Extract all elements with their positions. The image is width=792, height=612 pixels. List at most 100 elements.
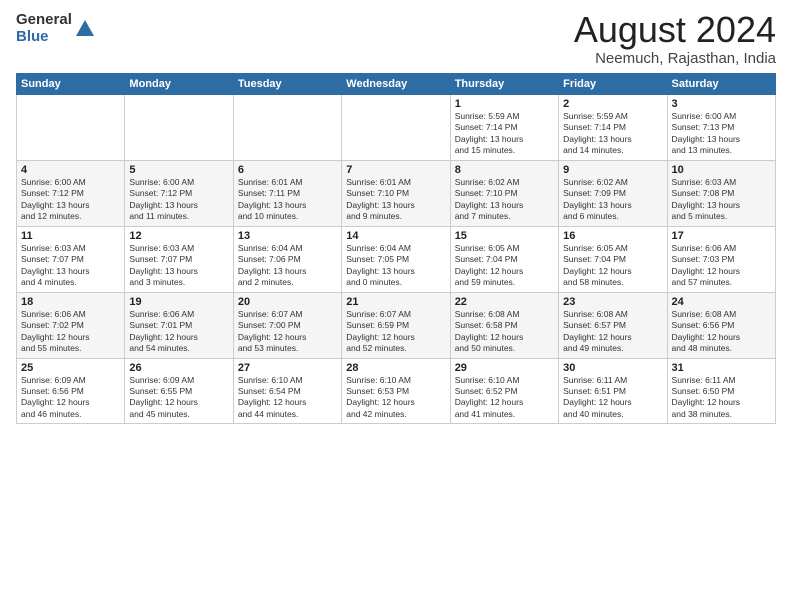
day-info: Sunrise: 6:02 AMSunset: 7:10 PMDaylight:… <box>455 177 554 223</box>
day-number: 22 <box>455 296 554 308</box>
day-info: Sunrise: 6:06 AMSunset: 7:01 PMDaylight:… <box>129 309 228 355</box>
day-info: Sunrise: 6:05 AMSunset: 7:04 PMDaylight:… <box>455 243 554 289</box>
table-row <box>342 95 450 161</box>
day-number: 8 <box>455 164 554 176</box>
day-number: 21 <box>346 296 445 308</box>
day-number: 15 <box>455 230 554 242</box>
day-number: 13 <box>238 230 337 242</box>
day-info: Sunrise: 6:00 AMSunset: 7:13 PMDaylight:… <box>672 111 771 157</box>
table-row: 31Sunrise: 6:11 AMSunset: 6:50 PMDayligh… <box>667 358 775 424</box>
day-info: Sunrise: 5:59 AMSunset: 7:14 PMDaylight:… <box>455 111 554 157</box>
day-number: 3 <box>672 98 771 110</box>
logo-blue: Blue <box>16 29 72 46</box>
calendar-header-row: Sunday Monday Tuesday Wednesday Thursday… <box>17 74 776 95</box>
day-number: 26 <box>129 362 228 374</box>
day-number: 9 <box>563 164 662 176</box>
table-row: 23Sunrise: 6:08 AMSunset: 6:57 PMDayligh… <box>559 292 667 358</box>
table-row: 26Sunrise: 6:09 AMSunset: 6:55 PMDayligh… <box>125 358 233 424</box>
table-row: 1Sunrise: 5:59 AMSunset: 7:14 PMDaylight… <box>450 95 558 161</box>
day-number: 7 <box>346 164 445 176</box>
calendar-week-row: 4Sunrise: 6:00 AMSunset: 7:12 PMDaylight… <box>17 160 776 226</box>
calendar-week-row: 11 Sunrise: 6:03 AMSunset: 7:07 PMDayligh… <box>17 226 776 292</box>
day-number: 27 <box>238 362 337 374</box>
day-number: 14 <box>346 230 445 242</box>
day-number: 19 <box>129 296 228 308</box>
table-row: 6Sunrise: 6:01 AMSunset: 7:11 PMDaylight… <box>233 160 341 226</box>
table-row: 21Sunrise: 6:07 AMSunset: 6:59 PMDayligh… <box>342 292 450 358</box>
table-row: 12Sunrise: 6:03 AMSunset: 7:07 PMDayligh… <box>125 226 233 292</box>
page-container: General Blue August 2024 Neemuch, Rajast… <box>0 0 792 432</box>
day-number: 10 <box>672 164 771 176</box>
calendar-week-row: 25Sunrise: 6:09 AMSunset: 6:56 PMDayligh… <box>17 358 776 424</box>
col-saturday: Saturday <box>667 74 775 95</box>
logo-icon <box>74 18 96 40</box>
col-wednesday: Wednesday <box>342 74 450 95</box>
day-number: 4 <box>21 164 120 176</box>
table-row: 7Sunrise: 6:01 AMSunset: 7:10 PMDaylight… <box>342 160 450 226</box>
day-number: 6 <box>238 164 337 176</box>
table-row: 17Sunrise: 6:06 AMSunset: 7:03 PMDayligh… <box>667 226 775 292</box>
day-info: Sunrise: 6:05 AMSunset: 7:04 PMDaylight:… <box>563 243 662 289</box>
day-number: 17 <box>672 230 771 242</box>
day-info: Sunrise: 6:06 AMSunset: 7:03 PMDaylight:… <box>672 243 771 289</box>
table-row: 18Sunrise: 6:06 AMSunset: 7:02 PMDayligh… <box>17 292 125 358</box>
day-info: Sunrise: 6:10 AMSunset: 6:52 PMDaylight:… <box>455 375 554 421</box>
table-row <box>125 95 233 161</box>
calendar-week-row: 1Sunrise: 5:59 AMSunset: 7:14 PMDaylight… <box>17 95 776 161</box>
table-row: 5Sunrise: 6:00 AMSunset: 7:12 PMDaylight… <box>125 160 233 226</box>
table-row: 14Sunrise: 6:04 AMSunset: 7:05 PMDayligh… <box>342 226 450 292</box>
table-row: 11Sunrise: 6:03 AMSunset: 7:07 PMDayligh… <box>17 226 125 292</box>
table-row: 2Sunrise: 5:59 AMSunset: 7:14 PMDaylight… <box>559 95 667 161</box>
logo-text: General Blue <box>16 12 72 45</box>
day-number: 1 <box>455 98 554 110</box>
day-info: Sunrise: 6:00 AMSunset: 7:12 PMDaylight:… <box>129 177 228 223</box>
day-info: Sunrise: 6:07 AMSunset: 6:59 PMDaylight:… <box>346 309 445 355</box>
day-info: Sunrise: 6:00 AMSunset: 7:12 PMDaylight:… <box>21 177 120 223</box>
day-info: Sunrise: 6:11 AMSunset: 6:50 PMDaylight:… <box>672 375 771 421</box>
table-row: 3Sunrise: 6:00 AMSunset: 7:13 PMDaylight… <box>667 95 775 161</box>
table-row: 13Sunrise: 6:04 AMSunset: 7:06 PMDayligh… <box>233 226 341 292</box>
day-number: 16 <box>563 230 662 242</box>
table-row: 8Sunrise: 6:02 AMSunset: 7:10 PMDaylight… <box>450 160 558 226</box>
table-row: 4Sunrise: 6:00 AMSunset: 7:12 PMDaylight… <box>17 160 125 226</box>
table-row: 15Sunrise: 6:05 AMSunset: 7:04 PMDayligh… <box>450 226 558 292</box>
month-title: August 2024 <box>574 12 776 48</box>
title-block: August 2024 Neemuch, Rajasthan, India <box>574 12 776 67</box>
col-thursday: Thursday <box>450 74 558 95</box>
day-info: Sunrise: 6:01 AMSunset: 7:11 PMDaylight:… <box>238 177 337 223</box>
day-info: Sunrise: 6:09 AMSunset: 6:56 PMDaylight:… <box>21 375 120 421</box>
day-number: 28 <box>346 362 445 374</box>
table-row: 20Sunrise: 6:07 AMSunset: 7:00 PMDayligh… <box>233 292 341 358</box>
table-row: 24Sunrise: 6:08 AMSunset: 6:56 PMDayligh… <box>667 292 775 358</box>
table-row: 30Sunrise: 6:11 AMSunset: 6:51 PMDayligh… <box>559 358 667 424</box>
table-row: 10Sunrise: 6:03 AMSunset: 7:08 PMDayligh… <box>667 160 775 226</box>
day-number: 31 <box>672 362 771 374</box>
location: Neemuch, Rajasthan, India <box>574 50 776 67</box>
day-number: 25 <box>21 362 120 374</box>
day-info: Sunrise: 6:01 AMSunset: 7:10 PMDaylight:… <box>346 177 445 223</box>
day-info: Sunrise: 6:03 AMSunset: 7:07 PMDaylight:… <box>129 243 228 289</box>
table-row: 16Sunrise: 6:05 AMSunset: 7:04 PMDayligh… <box>559 226 667 292</box>
col-monday: Monday <box>125 74 233 95</box>
logo: General Blue <box>16 12 96 45</box>
day-info: Sunrise: 6:09 AMSunset: 6:55 PMDaylight:… <box>129 375 228 421</box>
day-info: Sunrise: 6:08 AMSunset: 6:56 PMDaylight:… <box>672 309 771 355</box>
day-number: 12 <box>129 230 228 242</box>
table-row <box>233 95 341 161</box>
calendar-week-row: 18Sunrise: 6:06 AMSunset: 7:02 PMDayligh… <box>17 292 776 358</box>
table-row: 28Sunrise: 6:10 AMSunset: 6:53 PMDayligh… <box>342 358 450 424</box>
day-info: Sunrise: 6:10 AMSunset: 6:53 PMDaylight:… <box>346 375 445 421</box>
day-number: 5 <box>129 164 228 176</box>
day-number: 24 <box>672 296 771 308</box>
table-row: 22Sunrise: 6:08 AMSunset: 6:58 PMDayligh… <box>450 292 558 358</box>
table-row: 27Sunrise: 6:10 AMSunset: 6:54 PMDayligh… <box>233 358 341 424</box>
day-number: 11 <box>21 230 120 242</box>
day-number: 23 <box>563 296 662 308</box>
day-number: 18 <box>21 296 120 308</box>
header: General Blue August 2024 Neemuch, Rajast… <box>16 12 776 67</box>
col-sunday: Sunday <box>17 74 125 95</box>
day-number: 20 <box>238 296 337 308</box>
day-info: Sunrise: 6:08 AMSunset: 6:58 PMDaylight:… <box>455 309 554 355</box>
day-number: 30 <box>563 362 662 374</box>
table-row: 29Sunrise: 6:10 AMSunset: 6:52 PMDayligh… <box>450 358 558 424</box>
